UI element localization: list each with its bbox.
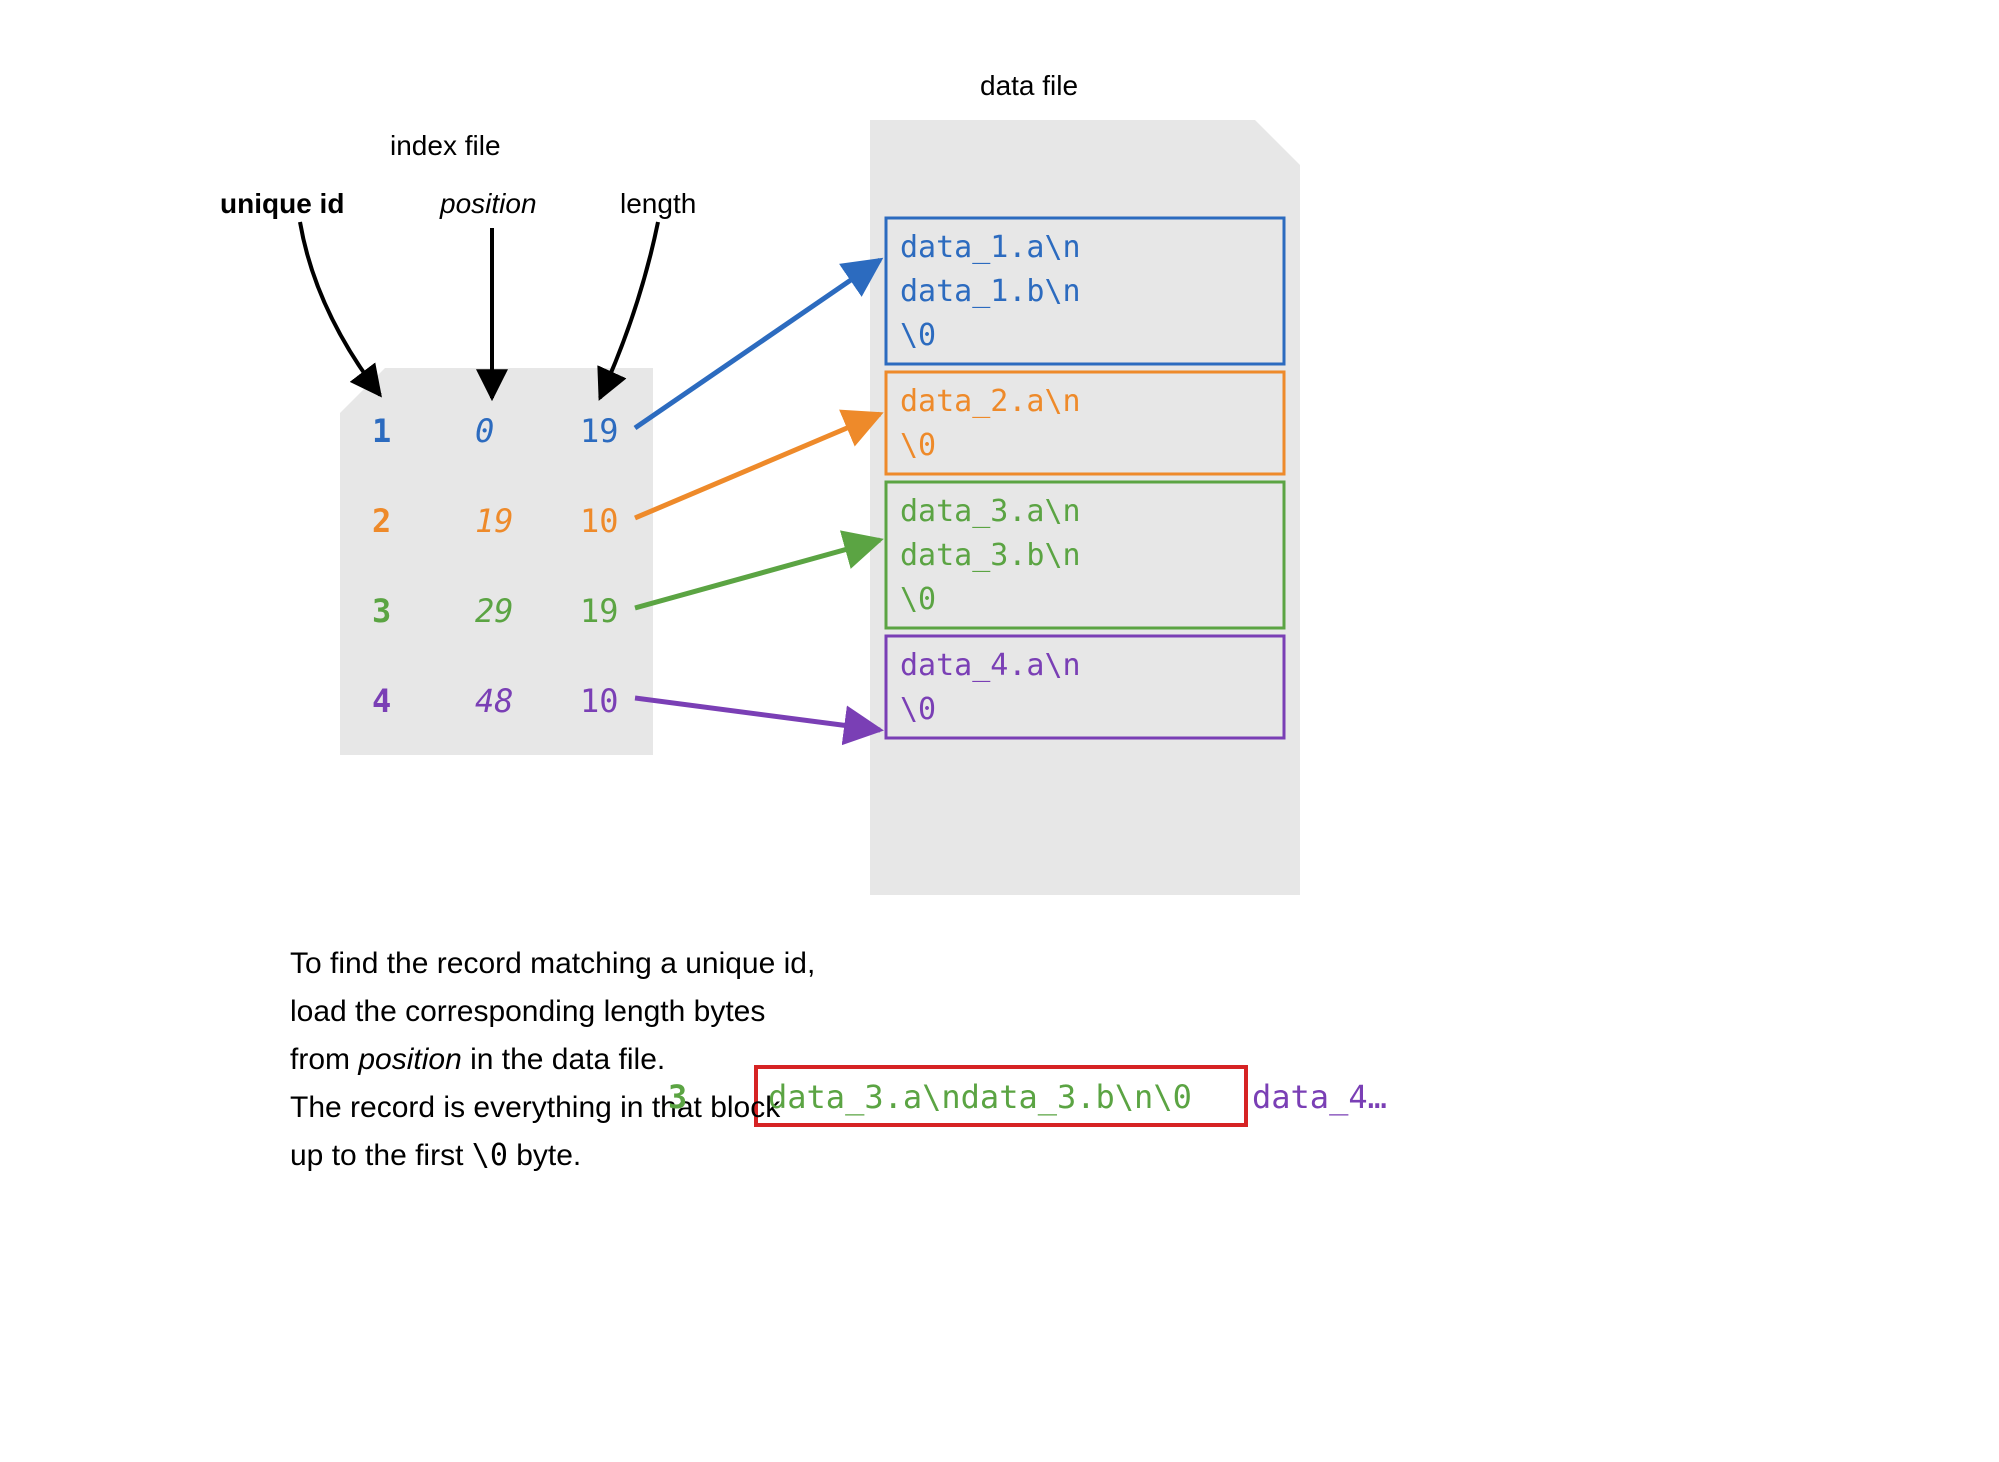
record-line: data_3.a\n [900,494,1081,529]
diagram-root: { "colors": { "c1": "#2C6BBF", "c2": "#E… [0,0,1999,1462]
index-cell: 4 [372,682,391,720]
record-line: data_4.a\n [900,648,1081,683]
record-line: data_3.b\n [900,538,1081,573]
example-hit: data_3.a\ndata_3.b\n\0 [768,1078,1192,1116]
hdr-pos: position [440,188,537,220]
index-cell: 2 [372,502,391,540]
record-line: \0 [900,582,936,617]
hdr-len: length [620,188,696,220]
example-id: 3 [668,1078,687,1116]
record-line: data_2.a\n [900,384,1081,419]
index-cell: 19 [580,412,619,450]
index-cell: 48 [475,682,514,720]
index-cell: 10 [580,682,619,720]
index-cell: 3 [372,592,391,630]
index-cell: 10 [580,502,619,540]
explain-line-3: from position in the data file. [290,1036,815,1084]
index-cell: 0 [475,412,494,450]
index-cell: 1 [372,412,391,450]
record-line: data_1.a\n [900,230,1081,265]
explain-line-5: up to the first \0 byte. [290,1132,815,1180]
explain-line-1: To find the record matching a unique id, [290,940,815,988]
index-cell: 29 [475,592,514,630]
label-data-file: data file [980,70,1078,102]
label-index-file: index file [390,130,501,162]
index-cell: 19 [475,502,514,540]
record-line: \0 [900,318,936,353]
record-line: \0 [900,692,936,727]
record-line: data_1.b\n [900,274,1081,309]
hdr-id: unique id [220,188,344,220]
explain-line-2: load the corresponding length bytes [290,988,815,1036]
explain-line-4: The record is everything in that block [290,1084,815,1132]
explanation: To find the record matching a unique id,… [290,940,815,1180]
example-tail: data_4… [1252,1078,1387,1116]
index-cell: 19 [580,592,619,630]
record-line: \0 [900,428,936,463]
